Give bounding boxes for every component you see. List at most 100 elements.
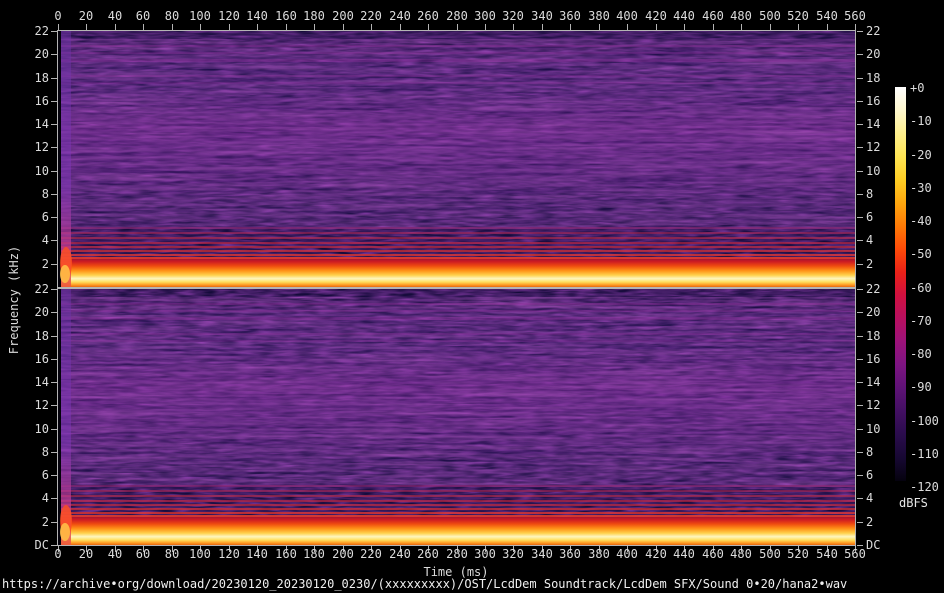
freq-tick-label: 14	[866, 117, 881, 131]
freq-tick-label: 12	[34, 398, 49, 412]
freq-tick	[857, 522, 863, 523]
time-tick-label: 80	[164, 547, 180, 561]
time-tick-label: 20	[78, 9, 94, 23]
time-tick	[143, 24, 144, 30]
colorbar-tick-label: -120	[910, 480, 939, 494]
freq-tick-label: 10	[866, 422, 881, 436]
freq-tick-label: 2	[41, 515, 49, 529]
freq-tick	[51, 336, 57, 337]
time-tick-label: 140	[246, 547, 268, 561]
freq-tick	[51, 522, 57, 523]
colorbar-tick-label: -50	[910, 247, 932, 262]
time-tick	[86, 24, 87, 30]
colorbar-tick-label: -80	[910, 347, 932, 361]
spectrogram-channel-2-canvas	[58, 289, 855, 545]
time-tick-label: 220	[360, 9, 382, 23]
time-tick-label: 260	[417, 547, 439, 561]
freq-tick-label: 18	[866, 329, 881, 343]
freq-tick-label: 14	[34, 117, 49, 131]
time-tick	[286, 24, 287, 30]
magenta-streak-layer	[58, 39, 855, 229]
hot-band	[58, 517, 855, 545]
freq-tick	[51, 217, 57, 218]
time-tick-label: 480	[730, 9, 752, 23]
time-tick-label: 360	[559, 547, 581, 561]
freq-tick	[857, 289, 863, 290]
freq-tick-label: 18	[34, 329, 49, 343]
magenta-streak-layer	[58, 297, 855, 487]
channel-1-frame	[57, 30, 856, 288]
colorbar-gradient	[895, 87, 906, 481]
time-tick-label: 40	[107, 547, 123, 561]
freq-tick	[51, 101, 57, 102]
freq-tick	[51, 429, 57, 430]
freq-tick-label: 20	[34, 305, 49, 319]
time-tick-label: 320	[502, 547, 524, 561]
freq-tick-label: 22	[34, 24, 49, 38]
time-tick-label: 560	[844, 547, 866, 561]
hot-band	[58, 259, 855, 287]
time-tick	[599, 24, 600, 30]
freq-tick	[857, 240, 863, 241]
freq-tick	[51, 498, 57, 499]
freq-tick-label: 16	[866, 352, 881, 366]
time-tick-label: 480	[730, 547, 752, 561]
freq-tick-label: 2	[41, 257, 49, 271]
time-tick	[172, 24, 173, 30]
time-tick	[542, 24, 543, 30]
time-tick-label: 180	[303, 9, 325, 23]
time-tick	[314, 24, 315, 30]
colorbar-tick-label: -100	[910, 413, 939, 428]
time-tick-label: 420	[645, 9, 667, 23]
freq-tick	[51, 382, 57, 383]
time-tick-label: 200	[332, 9, 354, 23]
time-tick-label: 160	[275, 547, 297, 561]
time-tick-label: 540	[816, 547, 838, 561]
channel-2-frame	[57, 288, 856, 546]
freq-tick	[857, 171, 863, 172]
freq-tick	[857, 54, 863, 55]
freq-tick	[857, 498, 863, 499]
freq-tick	[857, 429, 863, 430]
time-tick-label: 420	[645, 547, 667, 561]
freq-tick	[51, 54, 57, 55]
time-tick-label: 440	[673, 547, 695, 561]
time-tick	[485, 24, 486, 30]
time-tick-label: 180	[303, 547, 325, 561]
colorbar-tick-label: -70	[910, 313, 932, 328]
time-tick-label: 340	[531, 9, 553, 23]
freq-tick-label: 10	[34, 422, 49, 436]
freq-tick-label: 16	[34, 352, 49, 366]
time-tick-label: 500	[759, 9, 781, 23]
freq-tick-label: 8	[41, 445, 49, 459]
time-tick	[713, 24, 714, 30]
time-tick-label: 120	[218, 547, 240, 561]
freq-tick-label: 6	[41, 468, 49, 482]
time-tick	[827, 24, 828, 30]
freq-tick-label: 22	[866, 24, 881, 38]
time-tick	[855, 24, 856, 30]
time-tick-label: 500	[759, 547, 781, 561]
time-tick-label: 100	[189, 547, 211, 561]
freq-tick	[51, 240, 57, 241]
freq-tick	[51, 359, 57, 360]
time-tick-label: 240	[389, 9, 411, 23]
freq-tick-label: 22	[866, 282, 881, 296]
time-tick	[570, 24, 571, 30]
time-tick-label: 120	[218, 9, 240, 23]
time-tick-label: 140	[246, 9, 268, 23]
freq-tick	[857, 382, 863, 383]
source-path-text: https://archive•org/download/20230120_20…	[2, 577, 848, 591]
time-tick	[513, 24, 514, 30]
colorbar-tick-label: -20	[910, 147, 932, 162]
colorbar-tick-label: -10	[910, 114, 932, 129]
time-tick-label: 380	[588, 547, 610, 561]
freq-tick	[857, 405, 863, 406]
freq-tick-label: 20	[34, 47, 49, 61]
freq-tick	[51, 312, 57, 313]
time-tick	[343, 24, 344, 30]
time-tick-label: 240	[389, 547, 411, 561]
time-tick-label: 0	[54, 9, 62, 23]
time-tick-label: 440	[673, 9, 695, 23]
colorbar-tick-label: -90	[910, 380, 932, 395]
